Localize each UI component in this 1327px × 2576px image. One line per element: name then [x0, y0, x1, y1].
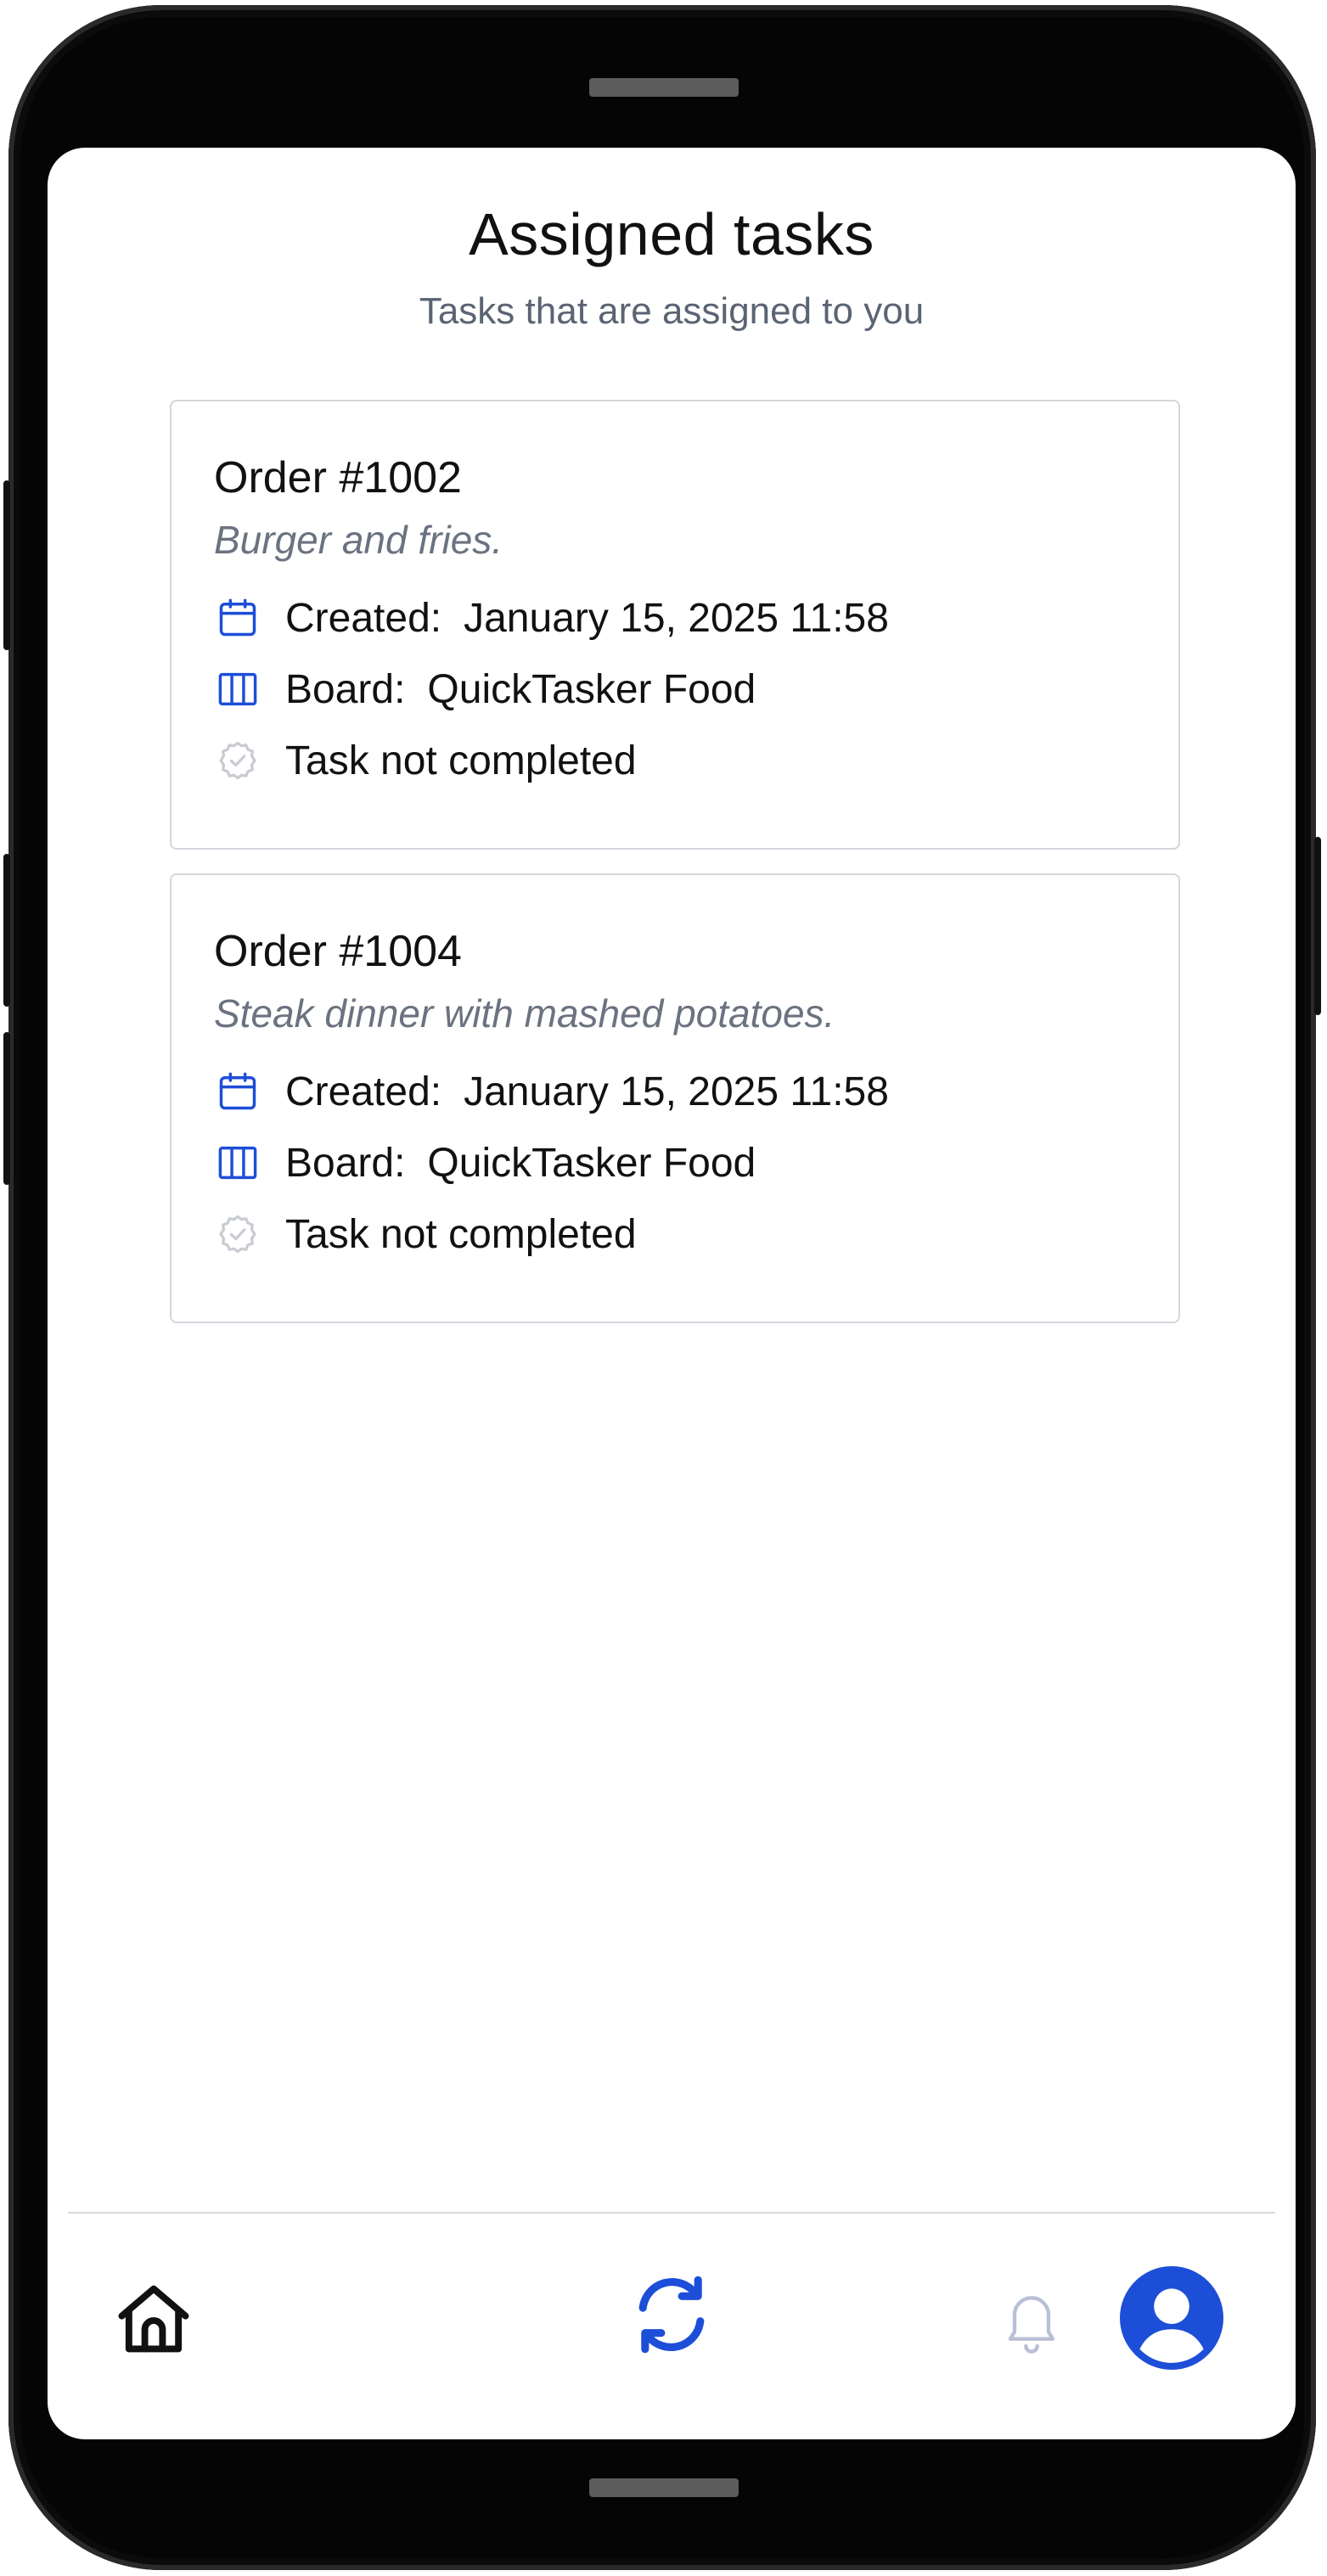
- task-title: Order #1002: [214, 453, 462, 502]
- created-label: Created:: [285, 595, 442, 641]
- board-value: QuickTasker Food: [427, 666, 756, 712]
- nav-refresh-button[interactable]: [625, 2270, 718, 2363]
- phone-side-button: [3, 1032, 10, 1185]
- task-status: Task not completed: [285, 738, 637, 783]
- task-board-row: Board: QuickTasker Food: [214, 1137, 756, 1188]
- task-board-row: Board: QuickTasker Food: [214, 664, 756, 715]
- phone-side-button: [3, 480, 10, 650]
- columns-icon: [214, 665, 261, 713]
- task-status-row: Task not completed: [214, 735, 637, 786]
- bottom-bar-indicator: [589, 2478, 739, 2497]
- task-title: Order #1004: [214, 927, 462, 976]
- created-label: Created:: [285, 1069, 442, 1114]
- phone-frame: Assigned tasks Tasks that are assigned t…: [3, 5, 1321, 2570]
- home-icon: [111, 2276, 196, 2366]
- check-circle-icon: [214, 1210, 261, 1258]
- user-avatar-icon: [1120, 2265, 1223, 2374]
- page-title: Assigned tasks: [469, 201, 874, 267]
- created-value: January 15, 2025 11:58: [464, 1069, 889, 1114]
- task-card[interactable]: Order #1004 Steak dinner with mashed pot…: [170, 873, 1180, 1323]
- task-status: Task not completed: [285, 1211, 637, 1257]
- bottom-nav-divider: [68, 2212, 1275, 2214]
- nav-profile-button[interactable]: [1119, 2265, 1224, 2374]
- nav-home-button[interactable]: [107, 2274, 200, 2367]
- board-value: QuickTasker Food: [427, 1140, 756, 1186]
- task-card[interactable]: Order #1002 Burger and fries. Created: J…: [170, 400, 1180, 850]
- app-screen: Assigned tasks Tasks that are assigned t…: [48, 148, 1296, 2439]
- calendar-icon: [214, 1068, 261, 1115]
- task-status-row: Task not completed: [214, 1209, 637, 1260]
- check-circle-icon: [214, 737, 261, 784]
- nav-notifications-button[interactable]: [993, 2280, 1070, 2365]
- created-value: January 15, 2025 11:58: [464, 595, 889, 641]
- task-created-row: Created: January 15, 2025 11:58: [214, 592, 889, 643]
- columns-icon: [214, 1139, 261, 1187]
- calendar-icon: [214, 594, 261, 642]
- task-description: Burger and fries.: [214, 518, 503, 562]
- task-created-row: Created: January 15, 2025 11:58: [214, 1066, 889, 1117]
- phone-side-button: [3, 854, 10, 1007]
- earpiece-speaker: [589, 78, 739, 97]
- task-description: Steak dinner with mashed potatoes.: [214, 991, 835, 1035]
- board-label: Board:: [285, 1140, 406, 1186]
- refresh-icon: [627, 2270, 716, 2363]
- board-label: Board:: [285, 666, 406, 712]
- page-subtitle: Tasks that are assigned to you: [419, 290, 925, 332]
- bell-icon: [998, 2283, 1066, 2362]
- phone-power-button: [1314, 837, 1321, 1015]
